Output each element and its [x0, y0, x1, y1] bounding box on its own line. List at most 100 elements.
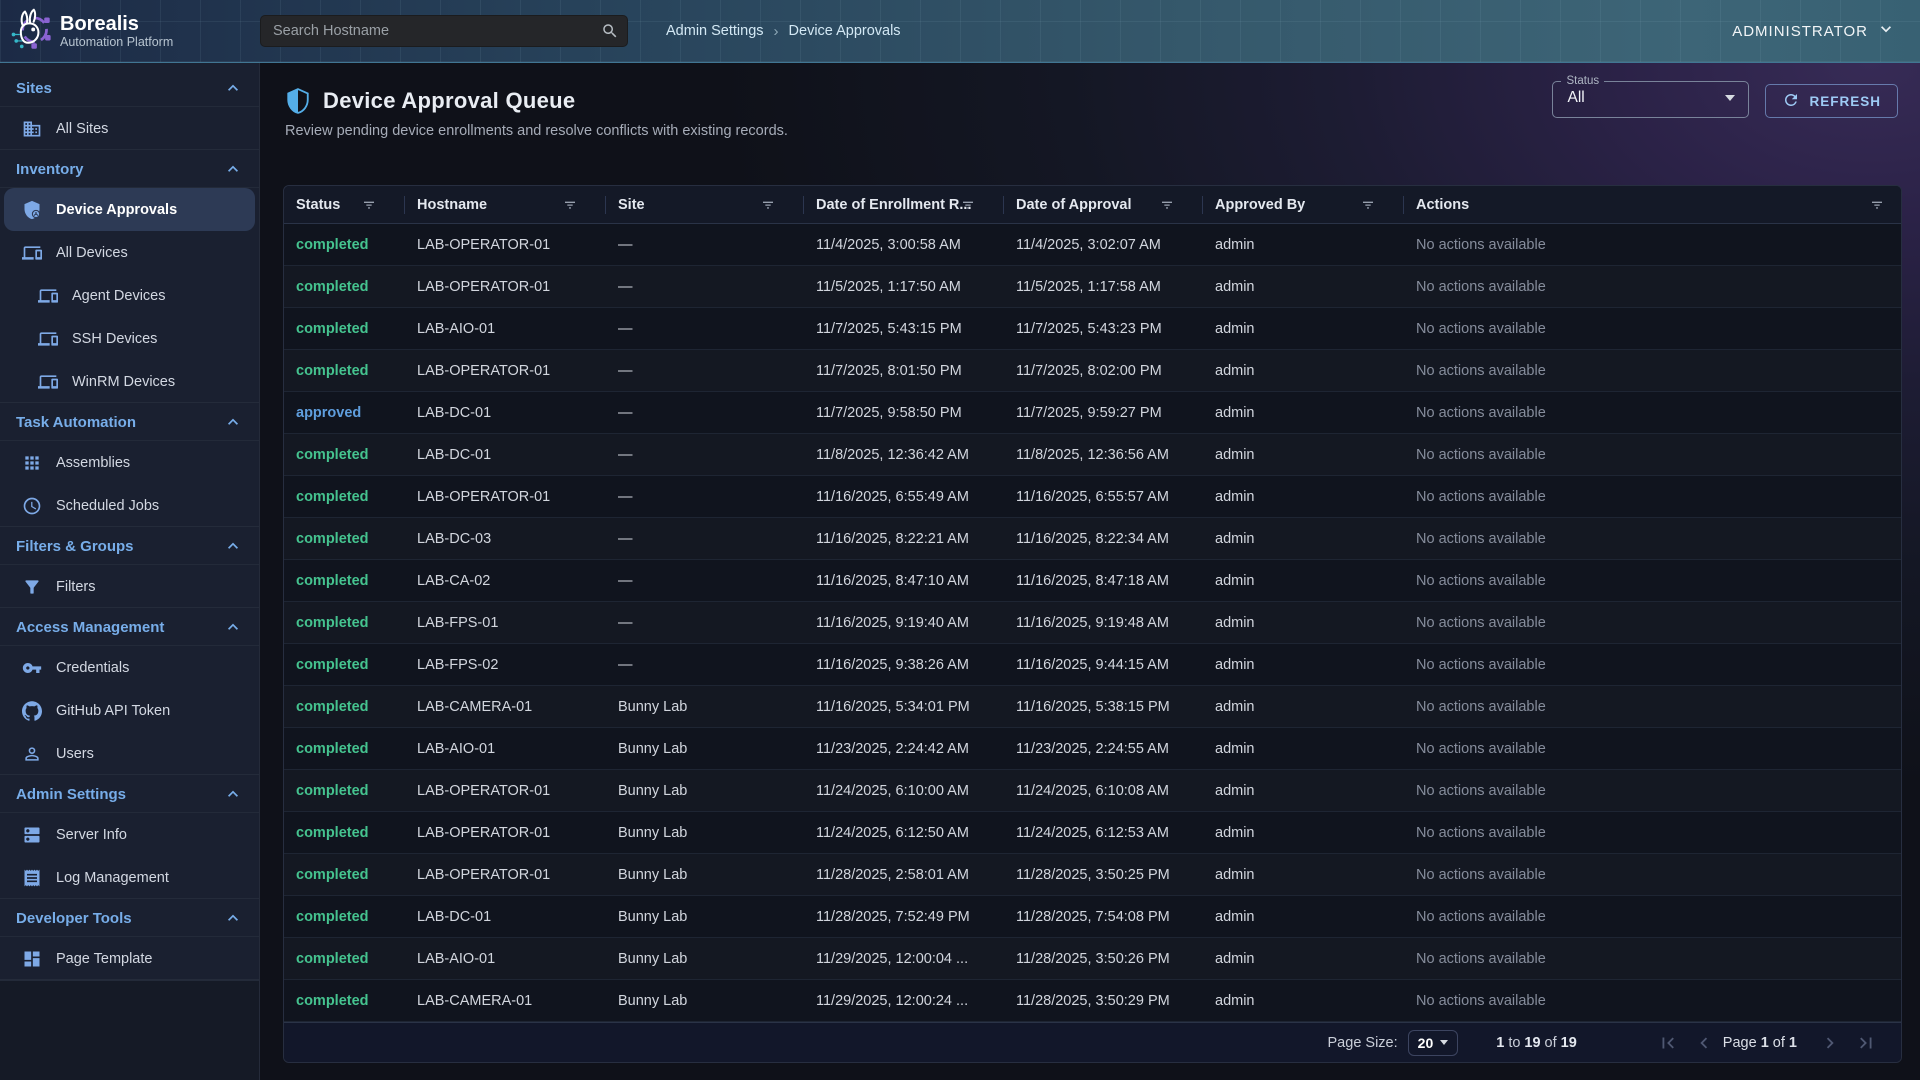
table-row[interactable]: completedLAB-CAMERA-01Bunny Lab11/29/202…	[284, 980, 1901, 1022]
table-row[interactable]: completedLAB-OPERATOR-01—11/4/2025, 3:00…	[284, 224, 1901, 266]
status-badge: approved	[284, 392, 405, 433]
sidebar-section-header-filters-groups[interactable]: Filters & Groups	[0, 527, 259, 565]
table-row[interactable]: completedLAB-OPERATOR-01—11/5/2025, 1:17…	[284, 266, 1901, 308]
sidebar-item-log-management[interactable]: Log Management	[0, 856, 259, 899]
sidebar-item-device-approvals[interactable]: Device Approvals	[4, 188, 255, 231]
table-row[interactable]: approvedLAB-DC-01—11/7/2025, 9:58:50 PM1…	[284, 392, 1901, 434]
column-header-actions[interactable]: Actions	[1404, 186, 1901, 223]
filter-list-icon[interactable]	[1360, 197, 1376, 213]
table-row[interactable]: completedLAB-OPERATOR-01—11/16/2025, 6:5…	[284, 476, 1901, 518]
status-filter-label: Status	[1561, 75, 1604, 87]
table-row[interactable]: completedLAB-OPERATOR-01—11/7/2025, 8:01…	[284, 350, 1901, 392]
table-cell: 11/28/2025, 3:50:26 PM	[1004, 938, 1203, 979]
sidebar-item-server-info[interactable]: Server Info	[0, 813, 259, 856]
sidebar-section-header-admin-settings[interactable]: Admin Settings	[0, 775, 259, 813]
filter-list-icon[interactable]	[1159, 197, 1175, 213]
table-row[interactable]: completedLAB-CAMERA-01Bunny Lab11/16/202…	[284, 686, 1901, 728]
table-cell: 11/16/2025, 8:22:34 AM	[1004, 518, 1203, 559]
table-row[interactable]: completedLAB-OPERATOR-01Bunny Lab11/24/2…	[284, 770, 1901, 812]
sidebar-item-all-sites[interactable]: All Sites	[0, 107, 259, 150]
sidebar-section-label: Developer Tools	[16, 910, 223, 927]
table-row[interactable]: completedLAB-AIO-01—11/7/2025, 5:43:15 P…	[284, 308, 1901, 350]
table-cell: 11/23/2025, 2:24:55 AM	[1004, 728, 1203, 769]
column-header-approved-by[interactable]: Approved By	[1203, 186, 1404, 223]
breadcrumb-admin-settings[interactable]: Admin Settings	[666, 23, 764, 39]
column-header-hostname[interactable]: Hostname	[405, 186, 606, 223]
table-cell: 11/16/2025, 5:34:01 PM	[804, 686, 1004, 727]
column-header-site[interactable]: Site	[606, 186, 804, 223]
table-cell: admin	[1203, 392, 1404, 433]
table-cell: Bunny Lab	[606, 980, 804, 1021]
sidebar-section-header-task-automation[interactable]: Task Automation	[0, 403, 259, 441]
search-input[interactable]	[260, 15, 628, 47]
chevron-up-icon	[223, 784, 243, 804]
last-page-icon[interactable]	[1855, 1032, 1877, 1054]
table-cell: LAB-FPS-02	[405, 644, 606, 685]
table-row[interactable]: completedLAB-DC-03—11/16/2025, 8:22:21 A…	[284, 518, 1901, 560]
sidebar-section-label: Admin Settings	[16, 786, 223, 803]
table-row[interactable]: completedLAB-DC-01—11/8/2025, 12:36:42 A…	[284, 434, 1901, 476]
actions-cell: No actions available	[1404, 350, 1901, 391]
sidebar-item-all-devices[interactable]: All Devices	[0, 231, 259, 274]
status-badge: completed	[284, 560, 405, 601]
filter-list-icon[interactable]	[760, 197, 776, 213]
sidebar-item-winrm-devices[interactable]: WinRM Devices	[0, 360, 259, 403]
table-row[interactable]: completedLAB-OPERATOR-01Bunny Lab11/28/2…	[284, 854, 1901, 896]
table-cell: —	[606, 224, 804, 265]
sidebar-item-page-template[interactable]: Page Template	[0, 937, 259, 980]
breadcrumb-device-approvals[interactable]: Device Approvals	[789, 23, 901, 39]
first-page-icon[interactable]	[1657, 1032, 1679, 1054]
user-menu[interactable]: ADMINISTRATOR	[1732, 19, 1896, 43]
table-row[interactable]: completedLAB-AIO-01Bunny Lab11/23/2025, …	[284, 728, 1901, 770]
next-page-icon[interactable]	[1819, 1032, 1841, 1054]
table-row[interactable]: completedLAB-FPS-01—11/16/2025, 9:19:40 …	[284, 602, 1901, 644]
sidebar-item-github-api-token[interactable]: GitHub API Token	[0, 689, 259, 732]
filter-list-icon[interactable]	[960, 197, 976, 213]
refresh-icon	[1782, 91, 1800, 112]
table-cell: admin	[1203, 686, 1404, 727]
column-header-date-of-enrollment-r[interactable]: Date of Enrollment R...	[804, 186, 1004, 223]
sidebar-item-filters[interactable]: Filters	[0, 565, 259, 608]
sidebar-item-assemblies[interactable]: Assemblies	[0, 441, 259, 484]
sidebar-item-users[interactable]: Users	[0, 732, 259, 775]
sidebar: SitesAll SitesInventoryDevice ApprovalsA…	[0, 63, 260, 1080]
sidebar-section-header-developer-tools[interactable]: Developer Tools	[0, 899, 259, 937]
sidebar-section-header-inventory[interactable]: Inventory	[0, 150, 259, 188]
table-row[interactable]: completedLAB-FPS-02—11/16/2025, 9:38:26 …	[284, 644, 1901, 686]
status-filter-select[interactable]: Status All	[1552, 75, 1749, 118]
actions-cell: No actions available	[1404, 560, 1901, 601]
table-row[interactable]: completedLAB-OPERATOR-01Bunny Lab11/24/2…	[284, 812, 1901, 854]
column-header-date-of-approval[interactable]: Date of Approval	[1004, 186, 1203, 223]
table-cell: 11/24/2025, 6:10:00 AM	[804, 770, 1004, 811]
sidebar-filler	[0, 980, 259, 1080]
user-menu-label: ADMINISTRATOR	[1732, 23, 1868, 40]
sidebar-item-scheduled-jobs[interactable]: Scheduled Jobs	[0, 484, 259, 527]
filter-list-icon[interactable]	[361, 197, 377, 213]
filter-list-icon[interactable]	[1869, 197, 1885, 213]
table-cell: admin	[1203, 770, 1404, 811]
table-row[interactable]: completedLAB-CA-02—11/16/2025, 8:47:10 A…	[284, 560, 1901, 602]
sidebar-item-label: Agent Devices	[72, 288, 166, 304]
table-cell: 11/23/2025, 2:24:42 AM	[804, 728, 1004, 769]
previous-page-icon[interactable]	[1693, 1032, 1715, 1054]
sidebar-item-ssh-devices[interactable]: SSH Devices	[0, 317, 259, 360]
sidebar-section-label: Inventory	[16, 161, 223, 178]
server-icon	[22, 825, 42, 845]
filter-list-icon[interactable]	[562, 197, 578, 213]
actions-cell: No actions available	[1404, 728, 1901, 769]
search-box	[260, 15, 628, 47]
table-cell: LAB-OPERATOR-01	[405, 854, 606, 895]
sidebar-section-header-access-management[interactable]: Access Management	[0, 608, 259, 646]
sidebar-item-credentials[interactable]: Credentials	[0, 646, 259, 689]
shield-icon	[285, 88, 311, 114]
refresh-button[interactable]: REFRESH	[1765, 84, 1898, 118]
table-cell: 11/16/2025, 8:22:21 AM	[804, 518, 1004, 559]
column-header-status[interactable]: Status	[284, 186, 405, 223]
status-badge: completed	[284, 854, 405, 895]
table-row[interactable]: completedLAB-AIO-01Bunny Lab11/29/2025, …	[284, 938, 1901, 980]
sidebar-item-agent-devices[interactable]: Agent Devices	[0, 274, 259, 317]
table-cell: —	[606, 434, 804, 475]
page-size-select[interactable]: 20	[1408, 1030, 1459, 1056]
table-row[interactable]: completedLAB-DC-01Bunny Lab11/28/2025, 7…	[284, 896, 1901, 938]
sidebar-section-header-sites[interactable]: Sites	[0, 69, 259, 107]
